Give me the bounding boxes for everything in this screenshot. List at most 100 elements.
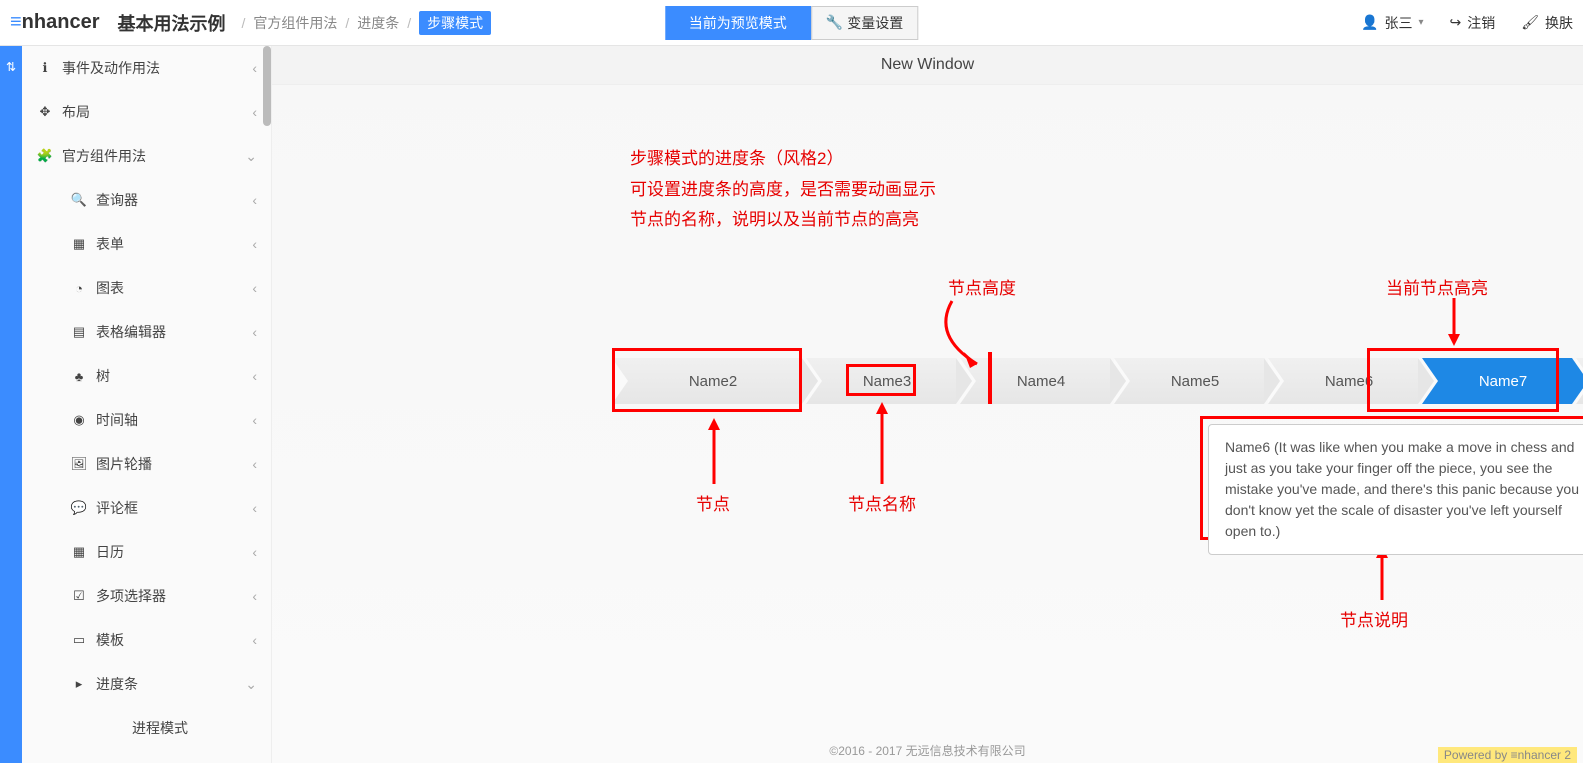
logo: ≡nhancer (10, 11, 99, 34)
annotation-intro: 步骤模式的进度条（风格2） 可设置进度条的高度，是否需要动画显示 节点的名称，说… (630, 144, 936, 236)
user-menu[interactable]: 👤 张三 (1361, 13, 1423, 33)
chevron-icon: ‹ (252, 588, 257, 604)
chevron-icon: ⌄ (245, 148, 257, 165)
sidebar-item-7[interactable]: ♣ 树 ‹ (22, 354, 271, 398)
chevron-icon: ‹ (252, 280, 257, 296)
sidebar-item-label: 官方组件用法 (62, 146, 146, 166)
arrow-node (704, 416, 724, 486)
sidebar-item-label: 评论框 (96, 498, 138, 518)
sidebar-item-15[interactable]: 进程模式 (22, 706, 271, 750)
sidebar-item-3[interactable]: 🔍 查询器 ‹ (22, 178, 271, 222)
footer: ©2016 - 2017 无远信息技术有限公司 (272, 738, 1583, 763)
sidebar-item-label: 表格编辑器 (96, 322, 166, 342)
footer-powered: Powered by ≡nhancer 2 (1438, 747, 1577, 763)
sidebar-item-5[interactable]: ◔ 图表 ‹ (22, 266, 271, 310)
sidebar-collapse-strip[interactable]: ⇅ (0, 46, 22, 763)
sidebar-icon: ◔ (70, 281, 88, 296)
sidebar-item-label: 进程模式 (132, 718, 188, 738)
annotation-node-height: 节点高度 (948, 274, 1016, 305)
step-5[interactable]: Name5 (1114, 358, 1264, 404)
annotation-current-highlight: 当前节点高亮 (1386, 274, 1488, 305)
preview-mode-button[interactable]: 当前为预览模式 (665, 6, 811, 40)
top-right: 👤 张三 ↪ 注销 🖌 换肤 (1361, 13, 1573, 33)
sidebar-item-label: 表单 (96, 234, 124, 254)
logout-button[interactable]: ↪ 注销 (1449, 13, 1495, 33)
sidebar: ℹ事件及动作用法‹✥布局‹🧩官方组件用法⌄🔍查询器‹▦表单‹◔图表‹▤表格编辑器… (22, 46, 272, 763)
chevron-icon: ‹ (252, 236, 257, 252)
chevron-icon: ‹ (252, 60, 257, 76)
chevron-icon: ‹ (252, 192, 257, 208)
arrow-node-name (872, 400, 892, 486)
sidebar-item-0[interactable]: ℹ 事件及动作用法 ‹ (22, 46, 271, 90)
sidebar-item-6[interactable]: ▤ 表格编辑器 ‹ (22, 310, 271, 354)
app-title: 基本用法示例 (117, 10, 225, 36)
topbar: ≡nhancer 基本用法示例 / 官方组件用法 / 进度条 / 步骤模式 当前… (0, 0, 1583, 46)
sidebar-icon: ✥ (36, 104, 54, 120)
logo-mark: ≡ (10, 11, 22, 33)
chevron-icon: ‹ (252, 324, 257, 340)
steps-row: Name2Name3Name4Name5Name6Name7Name8Name9 (612, 358, 1583, 404)
crumb-1[interactable]: 官方组件用法 (253, 13, 337, 33)
sidebar-item-label: 事件及动作用法 (62, 58, 160, 78)
wrench-icon: 🔧 (826, 14, 843, 31)
chevron-icon: ‹ (252, 544, 257, 560)
window-title: New Window (272, 46, 1583, 85)
top-center: 当前为预览模式 🔧 变量设置 (665, 6, 918, 40)
sidebar-icon: 🔍 (70, 192, 88, 208)
sidebar-icon: ▸ (70, 676, 88, 692)
logo-text: nhancer (22, 11, 100, 33)
chevron-icon: ‹ (252, 412, 257, 428)
sidebar-item-label: 时间轴 (96, 410, 138, 430)
breadcrumb: / 官方组件用法 / 进度条 / 步骤模式 (241, 11, 491, 35)
sidebar-item-1[interactable]: ✥ 布局 ‹ (22, 90, 271, 134)
step-3[interactable]: Name3 (806, 358, 956, 404)
sidebar-icon: ▭ (70, 632, 88, 648)
sidebar-item-label: 进度条 (96, 674, 138, 694)
logout-icon: ↪ (1449, 14, 1461, 31)
chevron-icon: ‹ (252, 500, 257, 516)
sidebar-item-label: 多项选择器 (96, 586, 166, 606)
main-canvas: New Window 步骤模式的进度条（风格2） 可设置进度条的高度，是否需要动… (272, 46, 1583, 763)
crumb-active[interactable]: 步骤模式 (419, 11, 491, 35)
sidebar-item-8[interactable]: ◉时间轴‹ (22, 398, 271, 442)
annotation-node-name: 节点名称 (848, 490, 916, 521)
sidebar-icon: 💬 (70, 500, 88, 516)
sidebar-icon: ℹ (36, 60, 54, 76)
skin-button[interactable]: 🖌 换肤 (1521, 13, 1573, 33)
chevron-icon: ⌄ (245, 676, 257, 693)
variable-settings-button[interactable]: 🔧 变量设置 (811, 6, 918, 40)
sidebar-item-16[interactable]: 绑定变量 (22, 750, 271, 763)
user-icon: 👤 (1361, 14, 1378, 31)
sidebar-item-label: 树 (96, 366, 110, 386)
crumb-2[interactable]: 进度条 (357, 13, 399, 33)
step-7[interactable]: Name7 (1422, 358, 1572, 404)
sidebar-item-label: 图片轮播 (96, 454, 152, 474)
sidebar-item-14[interactable]: ▸ 进度条 ⌄ (22, 662, 271, 706)
sidebar-item-10[interactable]: 💬 评论框 ‹ (22, 486, 271, 530)
chevron-icon: ‹ (252, 104, 257, 120)
step-description-box: Name6 (It was like when you make a move … (1208, 424, 1583, 555)
step-6[interactable]: Name6 (1268, 358, 1418, 404)
sidebar-item-label: 模板 (96, 630, 124, 650)
sidebar-item-11[interactable]: ▦日历‹ (22, 530, 271, 574)
sidebar-item-label: 查询器 (96, 190, 138, 210)
sidebar-icon: ▦ (70, 236, 88, 252)
chevron-icon: ‹ (252, 456, 257, 472)
sidebar-item-4[interactable]: ▦ 表单 ‹ (22, 222, 271, 266)
step-4[interactable]: Name4 (960, 358, 1110, 404)
sidebar-item-2[interactable]: 🧩官方组件用法⌄ (22, 134, 271, 178)
sidebar-icon: ♣ (70, 369, 88, 384)
sidebar-icon: ▦ (70, 544, 88, 560)
red-height-marker (988, 352, 992, 404)
step-2[interactable]: Name2 (612, 358, 802, 404)
sidebar-item-label: 图表 (96, 278, 124, 298)
sidebar-icon: 🖼 (70, 456, 88, 472)
sidebar-item-13[interactable]: ▭模板‹ (22, 618, 271, 662)
brush-icon: 🖌 (1521, 14, 1539, 31)
sidebar-icon: ▤ (70, 324, 88, 340)
sidebar-item-label: 布局 (62, 102, 90, 122)
chevron-icon: ‹ (252, 368, 257, 384)
sidebar-item-12[interactable]: ☑多项选择器‹ (22, 574, 271, 618)
sidebar-item-9[interactable]: 🖼 图片轮播 ‹ (22, 442, 271, 486)
annotation-node: 节点 (696, 490, 730, 521)
